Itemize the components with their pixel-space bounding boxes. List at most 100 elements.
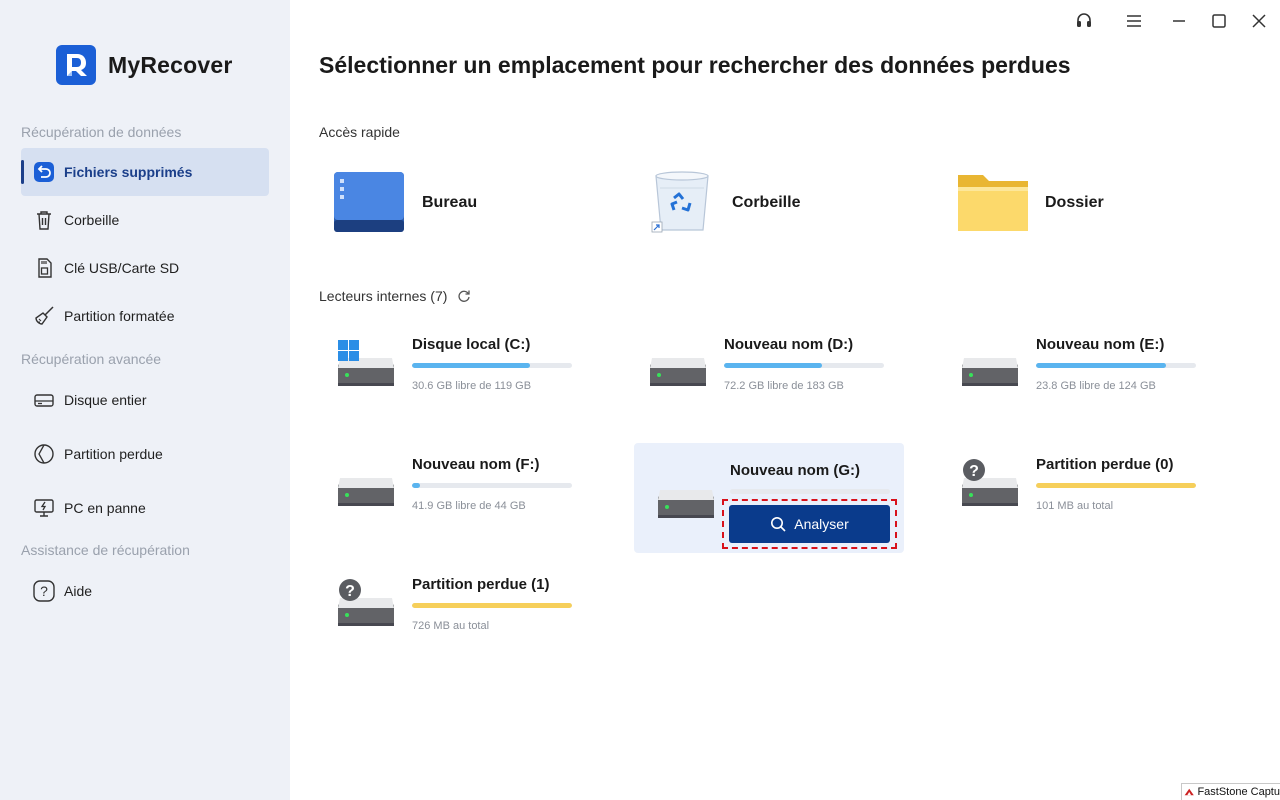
lost-partition-drive-icon: ? [958, 458, 1018, 510]
sidebar-item-usb-sd[interactable]: Clé USB/Carte SD [21, 244, 269, 292]
internal-drives-title: Lecteurs internes (7) [319, 288, 471, 304]
sidebar-item-label: Partition formatée [64, 308, 175, 324]
drive-name: Partition perdue (1) [412, 576, 550, 593]
drive-name: Partition perdue (0) [1036, 456, 1174, 473]
drive-info: 23.8 GB libre de 124 GB [1036, 380, 1156, 392]
search-icon [770, 516, 786, 532]
app-brand: MyRecover [56, 45, 233, 85]
crashed-pc-icon [32, 496, 56, 520]
quick-access-label: Bureau [422, 194, 478, 211]
drive-usage-bar [1036, 363, 1196, 368]
quick-access-title: Accès rapide [319, 124, 400, 140]
broom-icon [32, 304, 56, 328]
sidebar-item-whole-disk[interactable]: Disque entier [21, 376, 269, 424]
drive-info: 72.2 GB libre de 183 GB [724, 380, 844, 392]
svg-text:?: ? [345, 583, 355, 600]
watermark: FastStone Captu [1181, 783, 1280, 800]
drive-usage-fill [412, 603, 572, 608]
internal-drives-label: Lecteurs internes (7) [319, 288, 448, 304]
drive-name: Nouveau nom (F:) [412, 456, 540, 473]
drive-usage-bar [724, 363, 884, 368]
drive-name: Nouveau nom (E:) [1036, 336, 1165, 353]
drive-card[interactable]: Nouveau nom (E:) 23.8 GB libre de 124 GB [952, 318, 1222, 428]
lost-partition-icon [32, 442, 56, 466]
sidebar: MyRecover Récupération de données Fichie… [0, 0, 290, 800]
drive-usage-bar [412, 603, 572, 608]
hard-drive-icon [958, 338, 1018, 390]
quick-access-label: Corbeille [732, 194, 801, 211]
sidebar-item-lost-partition[interactable]: Partition perdue [21, 430, 269, 478]
quick-access-label: Accès rapide [319, 124, 400, 140]
sidebar-item-label: Fichiers supprimés [64, 164, 193, 180]
drive-card[interactable]: Disque local (C:) 30.6 GB libre de 119 GB [328, 318, 598, 428]
sidebar-item-crashed-pc[interactable]: PC en panne [21, 484, 269, 532]
quick-access-recycle-bin[interactable]: Corbeille [650, 168, 800, 238]
disk-icon [32, 388, 56, 412]
svg-text:?: ? [40, 583, 48, 599]
section-title-data-recovery: Récupération de données [21, 124, 182, 140]
sidebar-item-help[interactable]: ? Aide [21, 567, 269, 615]
sd-card-icon [32, 256, 56, 280]
drive-usage-fill [412, 363, 531, 368]
drive-usage-fill [412, 483, 420, 488]
drive-info: 726 MB au total [412, 620, 490, 632]
sidebar-item-label: Aide [64, 583, 93, 599]
hard-drive-icon [334, 458, 394, 510]
folder-icon [957, 169, 1029, 238]
faststone-logo-icon [1184, 788, 1194, 796]
drive-info: 30.6 GB libre de 119 GB [412, 380, 532, 392]
system-drive-icon [334, 338, 394, 390]
hard-drive-icon [646, 338, 706, 390]
desktop-icon [332, 168, 406, 239]
app-name: MyRecover [108, 51, 233, 78]
page-title: Sélectionner un emplacement pour recherc… [319, 52, 1071, 78]
menu-icon[interactable] [1121, 8, 1147, 34]
drive-info: 101 MB au total [1036, 500, 1114, 512]
deleted-files-icon [32, 160, 56, 184]
refresh-icon[interactable] [457, 289, 471, 303]
drive-card[interactable]: Nouveau nom (D:) 72.2 GB libre de 183 GB [640, 318, 910, 428]
app-logo-icon [56, 45, 96, 85]
drive-usage-fill [1036, 363, 1166, 368]
drive-usage-fill [1036, 483, 1196, 488]
scan-button-highlight: Analyser [722, 499, 897, 549]
scan-button-label: Analyser [794, 516, 849, 532]
sidebar-item-label: Disque entier [64, 392, 147, 408]
watermark-label: FastStone Captu [1197, 786, 1280, 798]
drive-info: 41.9 GB libre de 44 GB [412, 500, 526, 512]
sidebar-item-deleted-files[interactable]: Fichiers supprimés [21, 148, 269, 196]
drive-name: Nouveau nom (G:) [730, 462, 860, 479]
hard-drive-icon [654, 470, 714, 522]
drive-card[interactable]: ? Partition perdue (1) 726 MB au total [328, 558, 598, 668]
scan-button[interactable]: Analyser [729, 505, 890, 543]
sidebar-item-label: PC en panne [64, 500, 146, 516]
lost-partition-drive-icon: ? [334, 578, 394, 630]
drive-card[interactable]: Nouveau nom (G:) Analyser [634, 443, 904, 553]
drive-card[interactable]: Nouveau nom (F:) 41.9 GB libre de 44 GB [328, 438, 598, 548]
drive-card[interactable]: ? Partition perdue (0) 101 MB au total [952, 438, 1222, 548]
drive-name: Nouveau nom (D:) [724, 336, 854, 353]
drive-name: Disque local (C:) [412, 336, 531, 353]
recycle-bin-icon [650, 168, 716, 239]
minimize-icon[interactable] [1166, 8, 1192, 34]
quick-access-desktop[interactable]: Bureau [332, 168, 477, 238]
drive-usage-bar [730, 489, 890, 494]
maximize-icon[interactable] [1206, 8, 1232, 34]
support-headset-icon[interactable] [1071, 8, 1097, 34]
sidebar-item-label: Partition perdue [64, 446, 163, 462]
close-icon[interactable] [1246, 8, 1272, 34]
drive-usage-fill [724, 363, 822, 368]
sidebar-item-label: Corbeille [64, 212, 120, 228]
quick-access-folder[interactable]: Dossier [957, 168, 1104, 238]
drive-usage-bar [1036, 483, 1196, 488]
section-title-advanced-recovery: Récupération avancée [21, 351, 162, 367]
sidebar-item-formatted-partition[interactable]: Partition formatée [21, 292, 269, 340]
help-icon: ? [32, 579, 56, 603]
svg-text:?: ? [969, 463, 979, 480]
drive-usage-bar [412, 363, 572, 368]
sidebar-item-label: Clé USB/Carte SD [64, 260, 180, 276]
sidebar-item-trash[interactable]: Corbeille [21, 196, 269, 244]
section-title-recovery-assistance: Assistance de récupération [21, 542, 190, 558]
active-indicator [21, 160, 24, 184]
trash-icon [32, 208, 56, 232]
